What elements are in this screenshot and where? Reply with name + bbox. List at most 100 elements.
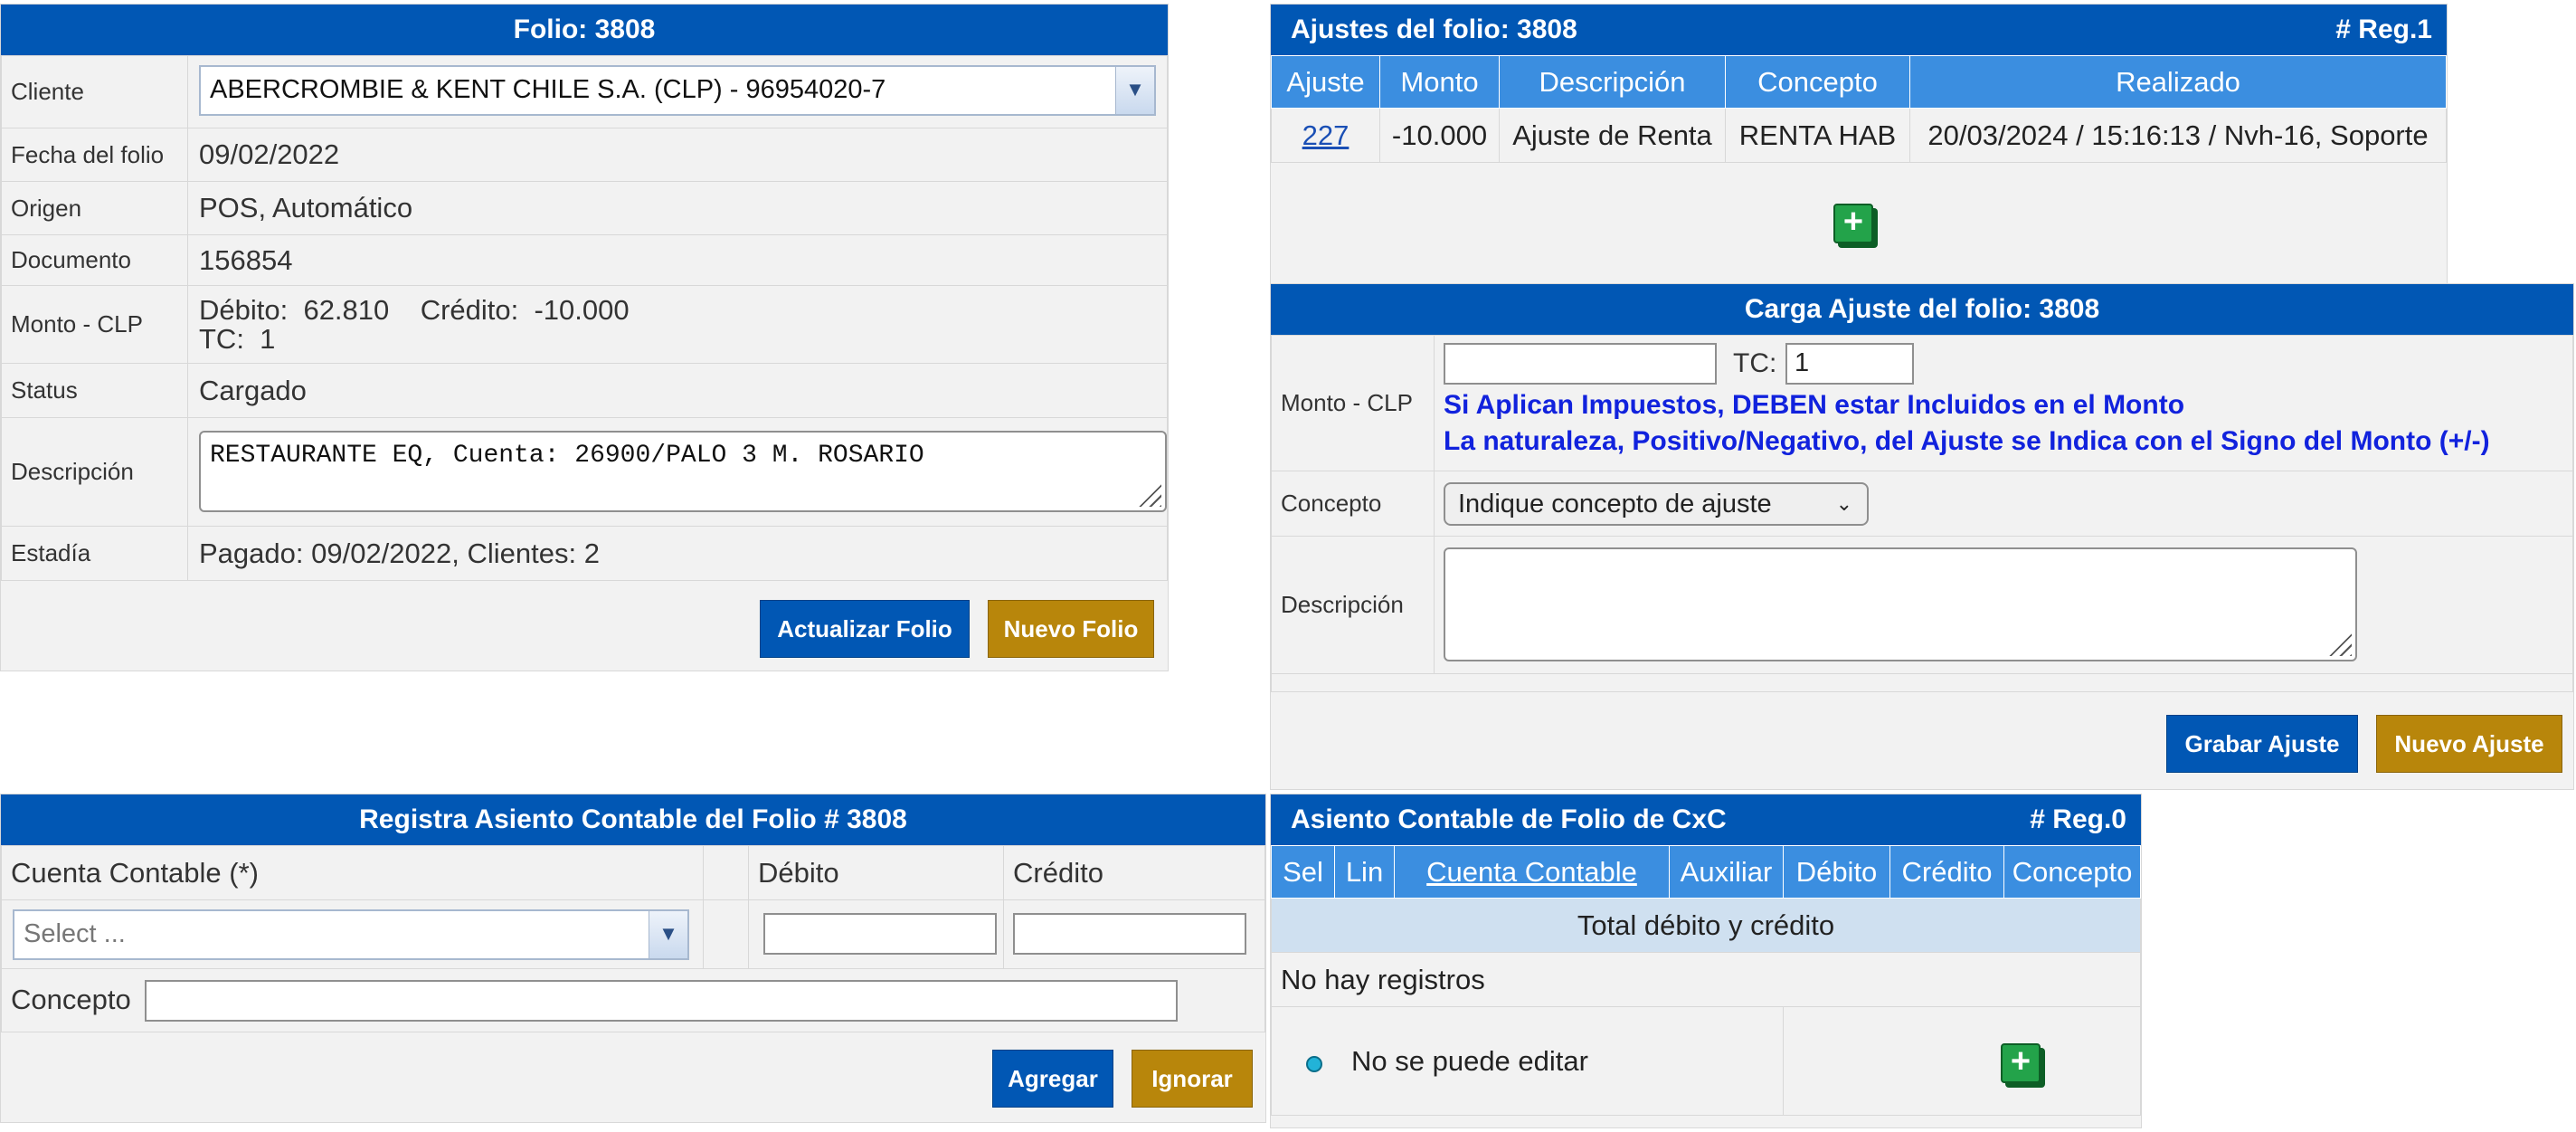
carga-note-1: Si Aplican Impuestos, DEBEN estar Inclui… [1444, 390, 2185, 420]
nuevo-folio-button[interactable]: Nuevo Folio [988, 600, 1154, 658]
col-debito: Débito [748, 845, 1004, 900]
monto-debito-credito: Débito: 62.810 Crédito: -10.000 [199, 293, 630, 326]
table-row: 227 -10.000 Ajuste de Renta RENTA HAB 20… [1271, 108, 2447, 163]
carga-concepto-cell: Indique concepto de ajuste ⌄ [1434, 471, 2573, 537]
col-ajuste: Ajuste [1271, 55, 1380, 109]
monto-input[interactable] [1444, 343, 1717, 385]
ajuste-link[interactable]: 227 [1302, 119, 1350, 151]
not-editable-dot-icon [1306, 1056, 1322, 1072]
carga-table: Monto - CLP TC: 1 Si Aplican Impuestos, … [1271, 335, 2573, 692]
asiento-title-bar: Asiento Contable de Folio de CxC # Reg.0 [1271, 794, 2141, 845]
col-descripcion: Descripción [1499, 55, 1726, 109]
carga-monto-cell: TC: 1 Si Aplican Impuestos, DEBEN estar … [1434, 335, 2573, 471]
carga-note-2: La naturaleza, Positivo/Negativo, del Aj… [1444, 426, 2490, 456]
monto-label: Monto - CLP [1, 285, 188, 364]
descripcion-cell: RESTAURANTE EQ, Cuenta: 26900/PALO 3 M. … [187, 417, 1168, 527]
carga-monto-label: Monto - CLP [1271, 335, 1435, 471]
origen-value: POS, Automático [187, 181, 1168, 235]
asiento-table: Sel Lin Cuenta Contable Auxiliar Débito … [1271, 845, 2141, 1116]
registra-table: Cuenta Contable (*) Débito Crédito Selec… [1, 845, 1265, 1032]
origen-label: Origen [1, 181, 188, 235]
ajustes-reg-count: # Reg.1 [2335, 14, 2432, 44]
chevron-down-icon[interactable]: ▼ [1115, 67, 1154, 114]
col-spacer [703, 845, 749, 900]
agregar-button[interactable]: Agregar [992, 1050, 1113, 1108]
add-ajuste-icon[interactable]: + [1833, 204, 1873, 243]
legend-label: No se puede editar [1351, 1045, 1588, 1077]
col-debito: Débito [1783, 845, 1890, 899]
add-asiento-cell: + [1783, 1006, 2141, 1116]
ignorar-button[interactable]: Ignorar [1132, 1050, 1253, 1108]
registra-concepto-input[interactable] [145, 980, 1178, 1022]
ajuste-concepto: RENTA HAB [1725, 108, 1910, 163]
carga-descripcion-cell [1434, 536, 2573, 674]
estadia-label: Estadía [1, 526, 188, 581]
tc-input[interactable]: 1 [1785, 343, 1914, 385]
carga-ajuste-panel: Carga Ajuste del folio: 3808 Monto - CLP… [1270, 283, 2574, 790]
col-credito: Crédito [1889, 845, 2004, 899]
ajustes-panel: Ajustes del folio: 3808 # Reg.1 Ajuste M… [1270, 4, 2448, 284]
descripcion-label: Descripción [1, 417, 188, 527]
col-monto: Monto [1379, 55, 1500, 109]
carga-spacer [1271, 673, 2573, 692]
carga-descripcion-textarea[interactable] [1444, 547, 2357, 661]
ajustes-table: Ajuste Monto Descripción Concepto Realiz… [1271, 55, 2447, 163]
descripcion-value: RESTAURANTE EQ, Cuenta: 26900/PALO 3 M. … [210, 442, 924, 470]
status-label: Status [1, 363, 188, 418]
debito-input[interactable] [763, 913, 997, 955]
empty-row: No hay registros [1271, 952, 2141, 1007]
ajuste-descripcion: Ajuste de Renta [1499, 108, 1726, 163]
cliente-combobox[interactable]: ABERCROMBIE & KENT CHILE S.A. (CLP) - 96… [199, 65, 1156, 116]
chevron-down-icon[interactable]: ▼ [649, 911, 687, 958]
col-cuenta-contable-sort[interactable]: Cuenta Contable [1394, 845, 1670, 899]
registra-concepto-label: Concepto [11, 984, 131, 1015]
cuenta-contable-combobox[interactable]: Select ... ▼ [13, 909, 689, 960]
carga-concepto-label: Concepto [1271, 471, 1435, 537]
descripcion-textarea[interactable]: RESTAURANTE EQ, Cuenta: 26900/PALO 3 M. … [199, 431, 1167, 512]
monto-tc: TC: 1 [199, 322, 276, 355]
resize-grip-icon[interactable] [1136, 481, 1161, 507]
add-asiento-icon[interactable]: + [2001, 1043, 2041, 1083]
actualizar-folio-button[interactable]: Actualizar Folio [760, 600, 970, 658]
ajustes-title: Ajustes del folio: 3808 [1291, 14, 1577, 44]
fecha-value: 09/02/2022 [187, 128, 1168, 182]
credito-input[interactable] [1013, 913, 1246, 955]
asiento-title: Asiento Contable de Folio de CxC [1291, 804, 1727, 834]
ajustes-title-bar: Ajustes del folio: 3808 # Reg.1 [1271, 5, 2447, 55]
col-concepto: Concepto [1725, 55, 1910, 109]
status-value: Cargado [187, 363, 1168, 418]
fecha-label: Fecha del folio [1, 128, 188, 182]
concepto-select-value: Indique concepto de ajuste [1458, 490, 1772, 518]
registra-asiento-panel: Registra Asiento Contable del Folio # 38… [0, 794, 1266, 1123]
documento-label: Documento [1, 234, 188, 286]
ajuste-link-cell: 227 [1271, 108, 1380, 163]
ajuste-realizado: 20/03/2024 / 15:16:13 / Nvh-16, Soporte [1909, 108, 2447, 163]
estadia-value: Pagado: 09/02/2022, Clientes: 2 [187, 526, 1168, 581]
grabar-ajuste-button[interactable]: Grabar Ajuste [2166, 715, 2358, 773]
folio-panel: Folio: 3808 Cliente ABERCROMBIE & KENT C… [0, 4, 1169, 671]
cuenta-select-cell: Select ... ▼ [1, 899, 704, 969]
cliente-label: Cliente [1, 55, 188, 128]
col-lin: Lin [1334, 845, 1395, 899]
col-credito: Crédito [1003, 845, 1265, 900]
cliente-value: ABERCROMBIE & KENT CHILE S.A. (CLP) - 96… [210, 75, 886, 104]
spacer-cell [703, 899, 749, 969]
tc-value: 1 [1795, 348, 1810, 377]
folio-title: Folio: 3808 [1, 5, 1168, 55]
col-sel: Sel [1271, 845, 1335, 899]
ajuste-monto: -10.000 [1379, 108, 1500, 163]
cliente-cell: ABERCROMBIE & KENT CHILE S.A. (CLP) - 96… [187, 55, 1168, 128]
credito-cell [1003, 899, 1265, 969]
concepto-select[interactable]: Indique concepto de ajuste ⌄ [1444, 482, 1869, 526]
resize-grip-icon[interactable] [2326, 631, 2352, 656]
nuevo-ajuste-button[interactable]: Nuevo Ajuste [2376, 715, 2562, 773]
registra-title: Registra Asiento Contable del Folio # 38… [1, 794, 1265, 845]
col-cuenta-contable: Cuenta Contable (*) [1, 845, 704, 900]
folio-table: Cliente ABERCROMBIE & KENT CHILE S.A. (C… [1, 55, 1168, 581]
total-row: Total débito y crédito [1271, 898, 2141, 953]
asiento-contable-panel: Asiento Contable de Folio de CxC # Reg.0… [1270, 794, 2142, 1128]
carga-descripcion-label: Descripción [1271, 536, 1435, 674]
col-auxiliar: Auxiliar [1669, 845, 1784, 899]
cuenta-placeholder: Select ... [24, 919, 126, 948]
tc-label: TC: [1733, 348, 1777, 378]
